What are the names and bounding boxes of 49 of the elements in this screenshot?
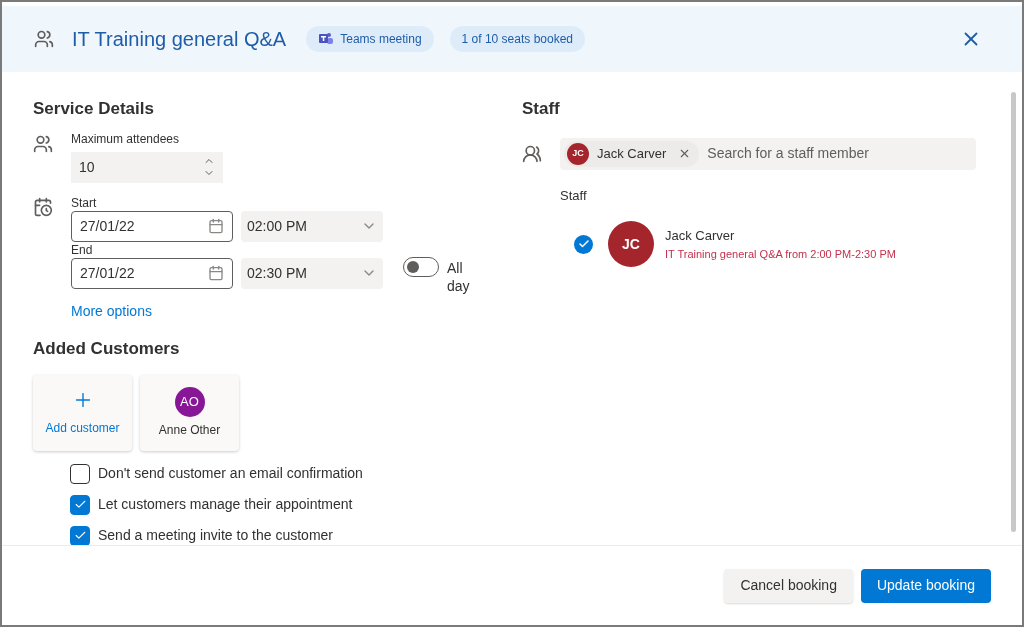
calendar-icon	[208, 218, 224, 234]
section-heading: Staff	[522, 98, 561, 120]
more-options-link[interactable]: More options	[71, 300, 477, 322]
checkbox[interactable]	[70, 494, 90, 515]
checkbox-label: Send a meeting invite to the customer	[98, 526, 334, 545]
checkbox[interactable]	[70, 463, 90, 484]
calendar-clock-icon	[33, 196, 53, 217]
group-icon	[34, 29, 54, 49]
add-customer-card[interactable]: Add customer	[33, 375, 132, 451]
group-icon	[33, 133, 53, 154]
date-field[interactable]: 27/01/22	[71, 257, 233, 289]
staff-avatar: JC	[567, 142, 589, 165]
date-field[interactable]: 27/01/22	[71, 210, 233, 242]
badge-label: 1 of 10 seats booked	[461, 31, 573, 48]
checkbox[interactable]	[70, 525, 90, 545]
secondary-button[interactable]: Cancel booking	[724, 568, 853, 603]
teams-icon	[318, 31, 335, 47]
field-label: Start	[71, 194, 98, 211]
field-label: End	[71, 241, 94, 258]
checkbox-label: Don't send customer an email confirmation	[98, 464, 363, 483]
staff-avatar: JC	[608, 221, 654, 267]
badge-label: Teams meeting	[340, 31, 422, 48]
selection-check[interactable]	[574, 234, 593, 254]
toggle-label: All day	[447, 258, 471, 295]
dialog-title: IT Training general Q&A	[72, 27, 287, 52]
checkbox-label: Let customers manage their appointment	[98, 495, 353, 514]
toggle-switch[interactable]	[403, 256, 439, 277]
field-label: Maximum attendees	[71, 130, 181, 148]
time-dropdown[interactable]: 02:00 PM	[241, 210, 383, 242]
customer-card[interactable]: AO Anne Other	[140, 375, 239, 451]
primary-button[interactable]: Update booking	[860, 568, 991, 603]
time-dropdown[interactable]: 02:30 PM	[241, 257, 383, 289]
scrollbar[interactable]	[1011, 92, 1016, 532]
customer-name: Anne Other	[158, 422, 221, 439]
check-icon	[577, 238, 590, 250]
staff-chip[interactable]: JC Jack Carver	[564, 140, 700, 167]
staff-picker-field[interactable]: JC Jack Carver Search for a staff member	[560, 137, 976, 170]
staff-name: Jack Carver	[665, 227, 736, 245]
check-icon	[73, 529, 87, 542]
calendar-icon	[208, 265, 224, 281]
customer-avatar: AO	[174, 387, 205, 417]
staff-search-input[interactable]: Search for a staff member	[707, 143, 972, 164]
list-heading: Staff	[560, 186, 588, 205]
section-heading: Service Details	[33, 98, 155, 120]
staff-chip-name: Jack Carver	[597, 144, 667, 163]
check-icon	[73, 498, 87, 511]
staff-availability: IT Training general Q&A from 2:00 PM-2:30 PM	[665, 246, 896, 262]
section-heading: Added Customers	[33, 337, 181, 360]
people-icon	[522, 143, 542, 164]
